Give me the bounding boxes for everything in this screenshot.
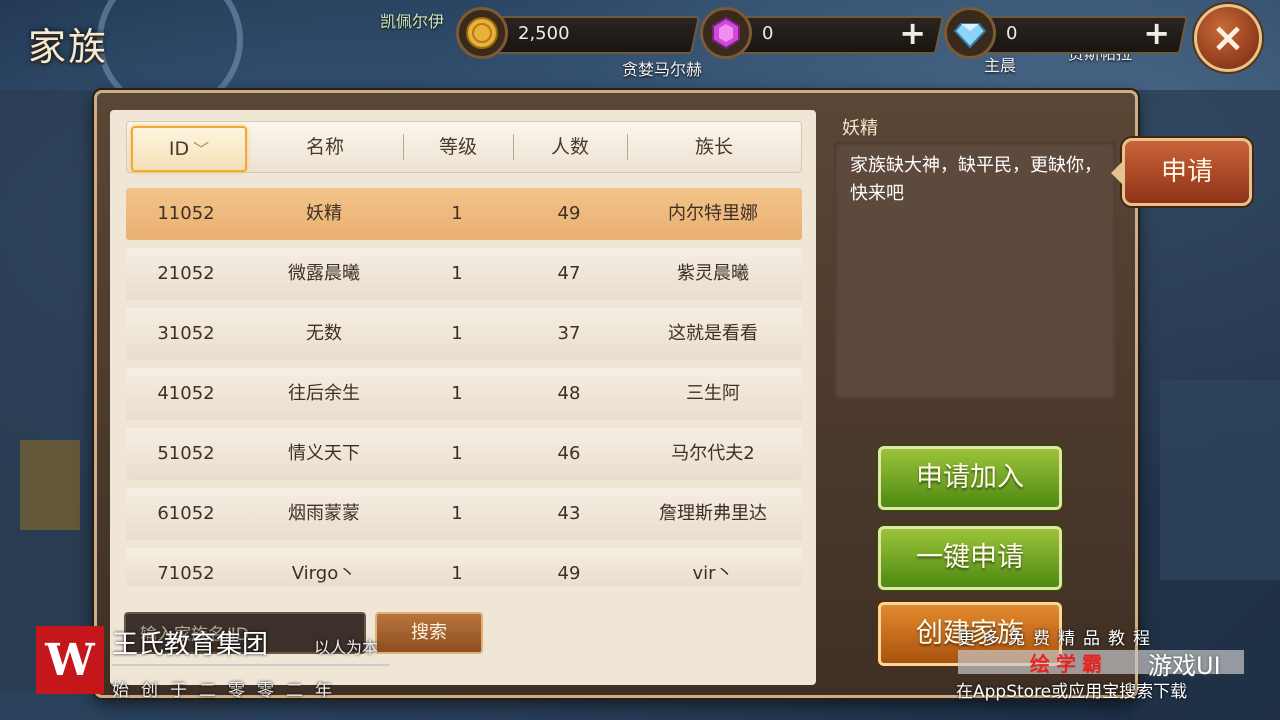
cell-members: 37 <box>557 323 581 344</box>
close-button[interactable]: × <box>1194 4 1262 72</box>
selected-family-name: 妖精 <box>842 118 878 139</box>
watermark-logo: W <box>36 626 104 694</box>
gem-amount: 0 <box>762 22 774 44</box>
diamond-amount: 0 <box>1006 22 1018 44</box>
cell-leader: 马尔代夫2 <box>671 443 755 464</box>
cell-members: 49 <box>557 203 581 224</box>
cell-members: 46 <box>557 443 581 464</box>
cell-leader: vir丶 <box>692 563 734 584</box>
header-name[interactable]: 名称 <box>247 122 403 172</box>
table-row[interactable]: 21052 微露晨曦 1 47 紫灵晨曦 <box>126 248 802 300</box>
watermark-brand-suffix: 游戏UI <box>1148 652 1221 680</box>
table-row[interactable]: 31052 无数 1 37 这就是看看 <box>126 308 802 360</box>
watermark-brand: 绘学霸 <box>1030 652 1108 676</box>
cell-members: 49 <box>557 563 581 584</box>
cell-id: 11052 <box>157 203 215 224</box>
cell-id: 51052 <box>157 443 215 464</box>
table-row[interactable]: 51052 情义天下 1 46 马尔代夫2 <box>126 428 802 480</box>
quick-apply-button[interactable]: 一键申请 <box>878 526 1062 590</box>
watermark-divider <box>112 664 390 666</box>
search-button[interactable]: 搜索 <box>375 612 483 654</box>
table-header: ID ﹀ 名称 等级 人数 族长 <box>126 121 802 173</box>
header-id-sort[interactable]: ID ﹀ <box>131 126 247 172</box>
currency-gem: 0 + <box>700 7 945 59</box>
table-row[interactable]: 61052 烟雨蒙蒙 1 43 詹理斯弗里达 <box>126 488 802 540</box>
cell-leader: 紫灵晨曦 <box>677 263 749 284</box>
table-row[interactable]: 71052 Virgo丶 1 49 vir丶 <box>126 548 802 586</box>
cell-members: 48 <box>557 383 581 404</box>
cell-name: 烟雨蒙蒙 <box>288 503 360 524</box>
watermark-download: 在AppStore或应用宝搜索下载 <box>956 682 1188 702</box>
cell-level: 1 <box>451 503 463 524</box>
cell-name: Virgo丶 <box>291 563 357 584</box>
join-family-button[interactable]: 申请加入 <box>878 446 1062 510</box>
header-members[interactable]: 人数 <box>513 122 627 172</box>
npc-name-label: 凯佩尔伊 <box>380 12 445 31</box>
cell-leader: 三生阿 <box>686 383 740 404</box>
cell-level: 1 <box>451 443 463 464</box>
table-row[interactable]: 41052 往后余生 1 48 三生阿 <box>126 368 802 420</box>
purple-gem-icon <box>700 7 752 59</box>
cell-level: 1 <box>451 563 463 584</box>
cell-name: 妖精 <box>306 203 342 224</box>
currency-diamond: 0 + <box>944 7 1189 59</box>
header-level[interactable]: 等级 <box>403 122 513 172</box>
watermark-org: 王氏教育集团 <box>112 630 269 660</box>
cell-name: 往后余生 <box>288 383 360 404</box>
npc-name-label: 贪婪马尔赫 <box>622 60 703 79</box>
cell-level: 1 <box>451 323 463 344</box>
add-diamond-button[interactable]: + <box>1143 14 1170 52</box>
cell-members: 47 <box>557 263 581 284</box>
diamond-icon <box>944 7 996 59</box>
cell-level: 1 <box>451 203 463 224</box>
table-row[interactable]: 11052 妖精 1 49 内尔特里娜 <box>126 188 802 240</box>
add-gem-button[interactable]: + <box>899 14 926 52</box>
cell-name: 无数 <box>306 323 342 344</box>
gold-amount: 2,500 <box>518 22 570 44</box>
cell-name: 微露晨曦 <box>288 263 360 284</box>
page-title: 家族 <box>28 25 109 69</box>
watermark-tutorial: 更多免费精品教程 <box>958 629 1158 649</box>
cell-leader: 詹理斯弗里达 <box>659 503 767 524</box>
npc-name-label: 主晨 <box>984 56 1017 75</box>
cell-leader: 这就是看看 <box>668 323 758 344</box>
cell-id: 21052 <box>157 263 215 284</box>
cell-id: 41052 <box>157 383 215 404</box>
cell-level: 1 <box>451 263 463 284</box>
gold-coin-icon <box>456 7 508 59</box>
apply-tab[interactable]: 申请 <box>1111 138 1252 206</box>
currency-gold: 2,500 <box>456 7 701 59</box>
header-leader[interactable]: 族长 <box>627 122 801 172</box>
cell-leader: 内尔特里娜 <box>668 203 758 224</box>
cell-id: 71052 <box>157 563 215 584</box>
cell-level: 1 <box>451 383 463 404</box>
cell-name: 情义天下 <box>288 443 360 464</box>
cell-id: 31052 <box>157 323 215 344</box>
watermark-since: 始创于二零零二年 <box>112 681 344 701</box>
chevron-down-icon: ﹀ <box>193 140 210 159</box>
family-description: 家族缺大神，缺平民，更缺你，快来吧 <box>850 155 1102 204</box>
cell-id: 61052 <box>157 503 215 524</box>
watermark-slogan: 以人为本 <box>314 638 379 657</box>
cell-members: 43 <box>557 503 581 524</box>
